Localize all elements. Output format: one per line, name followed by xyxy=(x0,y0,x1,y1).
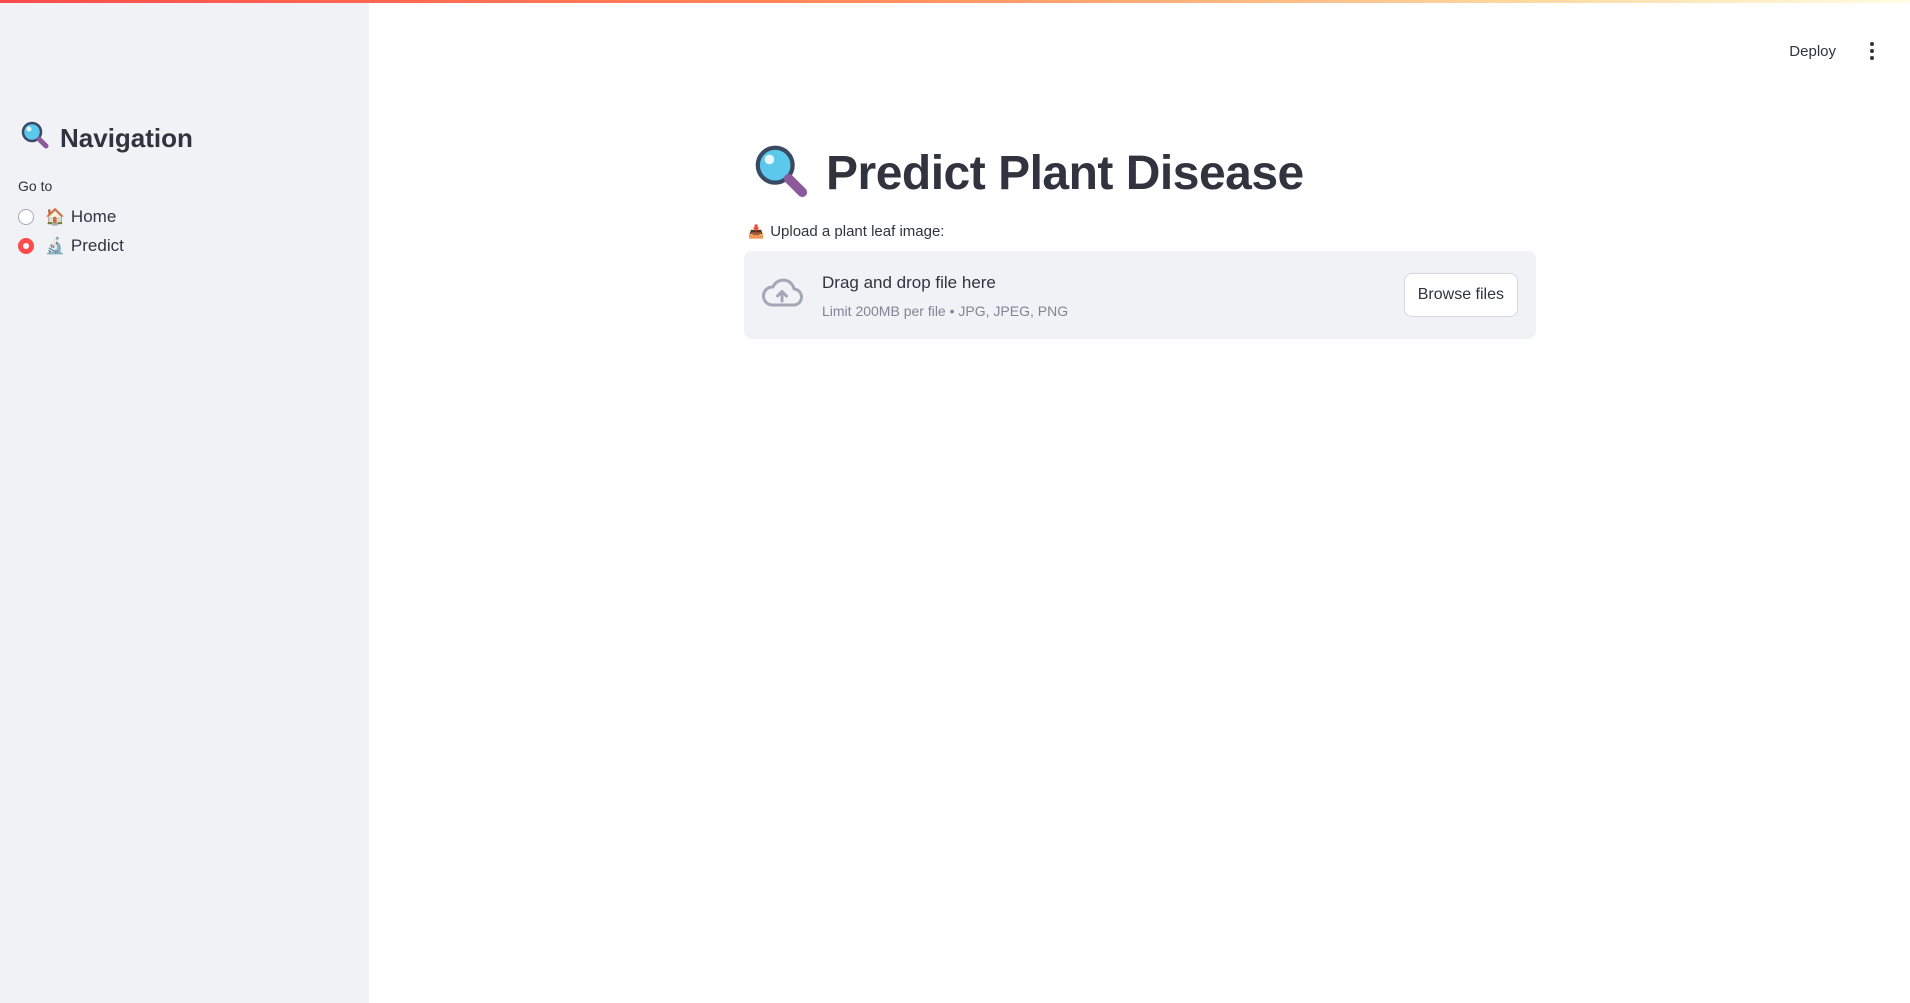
radio-option-home[interactable]: 🏠 Home xyxy=(18,206,124,227)
browse-files-button[interactable]: Browse files xyxy=(1403,273,1518,317)
radio-button-selected[interactable] xyxy=(18,237,34,254)
radio-option-label: Home xyxy=(70,206,117,226)
dropzone-limit-text: Limit 200MB per file • JPG, JPEG, PNG xyxy=(822,303,1069,319)
uploader-label-text: Upload a plant leaf image: xyxy=(770,223,945,240)
radio-group-label: Go to xyxy=(18,178,53,194)
house-icon: 🏠 xyxy=(45,208,65,226)
cloud-upload-icon xyxy=(760,275,804,316)
magnifying-glass-icon xyxy=(20,120,50,157)
kebab-menu-icon[interactable] xyxy=(1866,38,1878,64)
page-title-text: Predict Plant Disease xyxy=(826,147,1304,200)
microscope-icon: 🔬 xyxy=(45,237,65,255)
magnifying-glass-icon xyxy=(752,142,810,205)
sidebar: Navigation Go to 🏠 Home 🔬 Predict xyxy=(0,0,369,1003)
page-title: Predict Plant Disease xyxy=(752,142,1304,205)
radio-option-predict[interactable]: 🔬 Predict xyxy=(18,235,124,256)
navigation-radio-group: 🏠 Home 🔬 Predict xyxy=(18,206,124,256)
uploader-label: 📥 Upload a plant leaf image: xyxy=(748,223,944,240)
deploy-button[interactable]: Deploy xyxy=(1781,39,1844,64)
dropzone-title: Drag and drop file here xyxy=(822,273,996,292)
sidebar-title-text: Navigation xyxy=(60,123,193,153)
top-decoration-bar xyxy=(0,0,1910,3)
radio-button-unselected[interactable] xyxy=(18,208,34,225)
header-toolbar: Deploy xyxy=(1781,38,1878,64)
radio-option-label: Predict xyxy=(70,235,124,255)
sidebar-title: Navigation xyxy=(20,120,193,157)
inbox-tray-icon: 📥 xyxy=(748,223,765,239)
file-dropzone[interactable]: Drag and drop file here Limit 200MB per … xyxy=(744,251,1536,339)
